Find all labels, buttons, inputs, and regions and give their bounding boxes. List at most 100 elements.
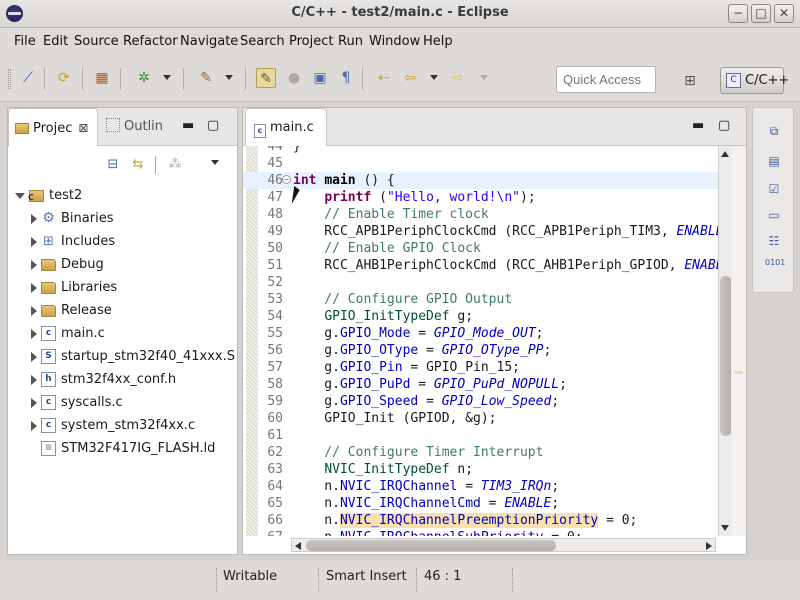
memory-icon[interactable]: 0101 bbox=[765, 258, 785, 276]
maximize-button[interactable]: □ bbox=[751, 4, 771, 23]
code-line[interactable]: 59 g.GPIO_Speed = GPIO_Low_Speed; bbox=[243, 393, 718, 410]
code-line[interactable]: 61 bbox=[243, 427, 718, 444]
code-line[interactable]: 47 printf ("Hello, world!\n"); bbox=[243, 189, 718, 206]
minimize-button[interactable]: − bbox=[728, 4, 748, 23]
fold-toggle-icon[interactable]: − bbox=[282, 175, 291, 184]
horizontal-scrollbar[interactable] bbox=[291, 538, 716, 552]
tree-item-release[interactable]: Release bbox=[8, 299, 237, 322]
code-text[interactable]: int main () { bbox=[293, 172, 395, 189]
menu-file[interactable]: File bbox=[14, 34, 36, 49]
code-text[interactable]: g.GPIO_OType = GPIO_OType_PP; bbox=[293, 342, 551, 359]
code-text[interactable]: } bbox=[293, 146, 301, 155]
code-line[interactable]: 60 GPIO_Init (GPIOD, &g); bbox=[243, 410, 718, 427]
scrollbar-thumb[interactable] bbox=[306, 540, 556, 551]
occurrence-marker[interactable] bbox=[735, 371, 743, 374]
properties-icon[interactable]: ☷ bbox=[765, 232, 783, 250]
back-dropdown-icon[interactable] bbox=[430, 75, 438, 80]
code-text[interactable]: // Enable GPIO Clock bbox=[293, 240, 481, 257]
show-whitespace-icon[interactable]: ¶ bbox=[336, 68, 356, 88]
code-text[interactable]: g.GPIO_Pin = GPIO_Pin_15; bbox=[293, 359, 520, 376]
code-text[interactable]: // Configure GPIO Output bbox=[293, 291, 512, 308]
code-line[interactable]: 64 n.NVIC_IRQChannel = TIM3_IRQn; bbox=[243, 478, 718, 495]
tree-item-startup-s[interactable]: S startup_stm32f40_41xxx.S bbox=[8, 345, 237, 368]
tree-item-includes[interactable]: ⊞ Includes bbox=[8, 230, 237, 253]
code-text[interactable]: n.NVIC_IRQChannelSubPriority = 0; bbox=[293, 529, 582, 536]
new-cpp-class-icon[interactable]: ▦ bbox=[92, 68, 112, 88]
expand-toggle-icon[interactable] bbox=[31, 375, 37, 385]
menu-source[interactable]: Source bbox=[74, 34, 119, 49]
perspective-cpp-button[interactable]: C C/C++ bbox=[720, 67, 789, 94]
tree-item-test2[interactable]: test2 bbox=[8, 184, 237, 209]
code-line[interactable]: 53 // Configure GPIO Output bbox=[243, 291, 718, 308]
tree-item-conf-h[interactable]: h stm32f4xx_conf.h bbox=[8, 368, 237, 391]
tab-outline[interactable]: Outlin bbox=[100, 108, 180, 146]
code-line[interactable]: 49 RCC_APB1PeriphClockCmd (RCC_APB1Perip… bbox=[243, 223, 718, 240]
forward-icon[interactable]: ⇨ bbox=[448, 68, 468, 88]
code-line[interactable]: 51 RCC_AHB1PeriphClockCmd (RCC_AHB1Perip… bbox=[243, 257, 718, 274]
registers-icon[interactable]: ▤ bbox=[765, 152, 783, 170]
tree-item-syscalls-c[interactable]: c syscalls.c bbox=[8, 391, 237, 414]
expand-toggle-icon[interactable] bbox=[31, 329, 37, 339]
code-text[interactable]: GPIO_InitTypeDef g; bbox=[293, 308, 473, 325]
code-text[interactable]: GPIO_Init (GPIOD, &g); bbox=[293, 410, 496, 427]
tab-project-explorer[interactable]: Projec ⊠ bbox=[8, 108, 98, 146]
code-line[interactable]: 56 g.GPIO_OType = GPIO_OType_PP; bbox=[243, 342, 718, 359]
menu-project[interactable]: Project bbox=[289, 34, 333, 49]
scroll-left-icon[interactable] bbox=[295, 542, 301, 550]
expand-toggle-icon[interactable] bbox=[31, 237, 37, 247]
forward-dropdown-icon[interactable] bbox=[480, 75, 488, 80]
tab-main-c[interactable]: cmain.c⊠ bbox=[245, 108, 327, 173]
menu-edit[interactable]: Edit bbox=[43, 34, 68, 49]
code-line[interactable]: 46− int main () { bbox=[243, 172, 718, 189]
close-button[interactable]: ✕ bbox=[774, 4, 794, 23]
code-text[interactable]: RCC_APB1PeriphClockCmd (RCC_APB1Periph_T… bbox=[293, 223, 718, 240]
code-area[interactable]: 44} 45 46− int main () {47 printf ("Hello, … bbox=[243, 146, 718, 536]
collapse-all-icon[interactable]: ⊟ bbox=[104, 156, 122, 174]
expand-toggle-icon[interactable] bbox=[31, 398, 37, 408]
code-line[interactable]: 52 bbox=[243, 274, 718, 291]
maximize-view-icon[interactable]: ▢ bbox=[207, 118, 219, 133]
search-occurrences-icon[interactable]: ● bbox=[284, 68, 304, 88]
code-line[interactable]: 55 g.GPIO_Mode = GPIO_Mode_OUT; bbox=[243, 325, 718, 342]
expand-toggle-icon[interactable] bbox=[31, 306, 37, 316]
code-line[interactable]: 66 n.NVIC_IRQChannelPreemptionPriority =… bbox=[243, 512, 718, 529]
console-icon[interactable]: ▭ bbox=[765, 206, 783, 224]
scroll-right-icon[interactable] bbox=[706, 542, 712, 550]
tree-item-flash-ld[interactable]: ≡ STM32F417IG_FLASH.ld bbox=[8, 437, 237, 460]
highlight-occurrences-icon[interactable]: ✎ bbox=[256, 68, 276, 88]
filter-icon[interactable]: ⁂ bbox=[166, 156, 184, 174]
scroll-down-icon[interactable] bbox=[721, 525, 729, 531]
open-perspective-icon[interactable]: ⊞ bbox=[680, 71, 700, 91]
toolbar-grip[interactable] bbox=[8, 69, 11, 89]
code-text[interactable]: g.GPIO_Speed = GPIO_Low_Speed; bbox=[293, 393, 559, 410]
restore-icon[interactable]: ⧉ bbox=[765, 122, 783, 140]
code-text[interactable]: // Enable Timer clock bbox=[293, 206, 488, 223]
tree-item-libraries[interactable]: Libraries bbox=[8, 276, 237, 299]
expand-toggle-icon[interactable] bbox=[31, 352, 37, 362]
code-text[interactable]: n.NVIC_IRQChannel = TIM3_IRQn; bbox=[293, 478, 559, 495]
close-icon[interactable]: ⊠ bbox=[78, 109, 88, 147]
back-icon[interactable]: ⇦ bbox=[400, 68, 420, 88]
code-line[interactable]: 58 g.GPIO_PuPd = GPIO_PuPd_NOPULL; bbox=[243, 376, 718, 393]
tree-item-binaries[interactable]: ⚙ Binaries bbox=[8, 207, 237, 230]
code-text[interactable]: printf ("Hello, world!\n"); bbox=[293, 189, 535, 206]
scroll-up-icon[interactable] bbox=[721, 151, 729, 157]
code-line[interactable]: 44} bbox=[243, 146, 718, 155]
block-selection-icon[interactable]: ▣ bbox=[310, 68, 330, 88]
expand-toggle-icon[interactable] bbox=[31, 260, 37, 270]
code-line[interactable]: 62 // Configure Timer Interrupt bbox=[243, 444, 718, 461]
view-menu-icon[interactable] bbox=[211, 160, 219, 165]
code-text[interactable]: // Configure Timer Interrupt bbox=[293, 444, 543, 461]
code-line[interactable]: 67 n.NVIC_IRQChannelSubPriority = 0; bbox=[243, 529, 718, 536]
quick-access-input[interactable] bbox=[556, 66, 656, 93]
link-with-editor-icon[interactable]: ⇆ bbox=[129, 156, 147, 174]
code-text[interactable]: RCC_AHB1PeriphClockCmd (RCC_AHB1Periph_G… bbox=[293, 257, 718, 274]
last-edit-location-icon[interactable]: ⇠ bbox=[374, 68, 394, 88]
code-line[interactable]: 54 GPIO_InitTypeDef g; bbox=[243, 308, 718, 325]
overview-ruler[interactable] bbox=[732, 146, 746, 536]
code-line[interactable]: 65 n.NVIC_IRQChannelCmd = ENABLE; bbox=[243, 495, 718, 512]
code-line[interactable]: 63 NVIC_InitTypeDef n; bbox=[243, 461, 718, 478]
menu-navigate[interactable]: Navigate bbox=[180, 34, 238, 49]
code-text[interactable]: n.NVIC_IRQChannelCmd = ENABLE; bbox=[293, 495, 559, 512]
external-tools-dropdown-icon[interactable] bbox=[225, 75, 233, 80]
